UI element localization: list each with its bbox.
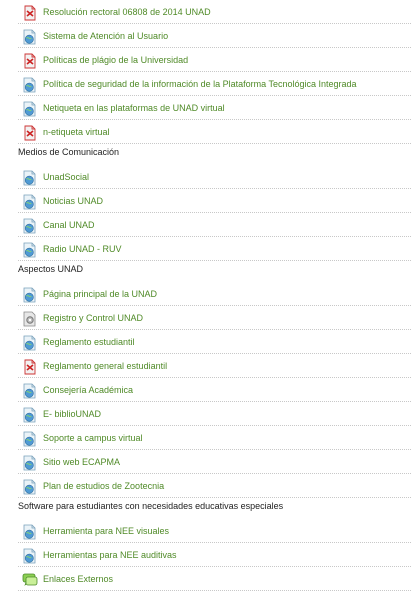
list-item-link[interactable]: Políticas de plágio de la Universidad — [43, 54, 188, 66]
web-icon — [22, 548, 38, 564]
list-item-link[interactable]: Registro y Control UNAD — [43, 312, 143, 324]
list-item[interactable]: Canal UNAD — [18, 214, 411, 237]
web-icon — [22, 170, 38, 186]
web-icon — [22, 77, 38, 93]
list-item-link[interactable]: Reglamento general estudiantil — [43, 360, 167, 372]
web-icon — [22, 242, 38, 258]
list-item[interactable]: Resolución rectoral 06808 de 2014 UNAD — [18, 1, 411, 24]
web-icon — [22, 431, 38, 447]
web-icon — [22, 383, 38, 399]
list-item-link[interactable]: Herramienta para NEE visuales — [43, 525, 169, 537]
web-icon — [22, 218, 38, 234]
list-item-link[interactable]: Plan de estudios de Zootecnia — [43, 480, 164, 492]
list-item[interactable]: Enlaces Externos — [18, 568, 411, 591]
web-icon — [22, 287, 38, 303]
section-heading: Medios de Comunicación — [18, 147, 120, 157]
list-item-link[interactable]: Radio UNAD - RUV — [43, 243, 122, 255]
pdf-icon — [22, 359, 38, 375]
list-item[interactable]: Sitio web ECAPMA — [18, 451, 411, 474]
list-item[interactable]: Consejería Académica — [18, 379, 411, 402]
list-item[interactable]: UnadSocial — [18, 166, 411, 189]
list-item-link[interactable]: Reglamento estudiantil — [43, 336, 135, 348]
resource-list: Resolución rectoral 06808 de 2014 UNAD Si… — [0, 0, 413, 615]
list-item[interactable]: Página principal de la UNAD — [18, 283, 411, 306]
list-item[interactable]: Sistema de Atención al Usuario — [18, 25, 411, 48]
list-item-link[interactable]: E- biblioUNAD — [43, 408, 101, 420]
list-item-link[interactable]: Herramientas para NEE auditivas — [43, 549, 177, 561]
section-heading: Aspectos UNAD — [18, 264, 84, 274]
list-item-link[interactable]: Enlaces Externos — [43, 573, 113, 585]
web-icon — [22, 335, 38, 351]
list-item[interactable]: E- biblioUNAD — [18, 403, 411, 426]
list-item[interactable]: Políticas de plágio de la Universidad — [18, 49, 411, 72]
list-item[interactable]: Reglamento general estudiantil — [18, 355, 411, 378]
list-item[interactable]: Reglamento estudiantil — [18, 331, 411, 354]
web-icon — [22, 479, 38, 495]
list-item[interactable]: Registro y Control UNAD — [18, 307, 411, 330]
list-item-link[interactable]: Netiqueta en las plataformas de UNAD vir… — [43, 102, 225, 114]
list-item-link[interactable]: Política de seguridad de la información … — [43, 78, 357, 90]
web-icon — [22, 101, 38, 117]
web-icon — [22, 407, 38, 423]
list-item[interactable]: n-etiqueta virtual — [18, 121, 411, 144]
list-item[interactable]: Herramientas para NEE auditivas — [18, 544, 411, 567]
list-item[interactable]: Plan de estudios de Zootecnia — [18, 475, 411, 498]
web-icon — [22, 524, 38, 540]
pdf-icon — [22, 53, 38, 69]
list-item-link[interactable]: Noticias UNAD — [43, 195, 103, 207]
list-item-link[interactable]: Soporte a campus virtual — [43, 432, 143, 444]
web-icon — [22, 194, 38, 210]
pdf-icon — [22, 125, 38, 141]
list-item[interactable]: Soporte a campus virtual — [18, 427, 411, 450]
list-item[interactable]: Noticias UNAD — [18, 190, 411, 213]
pdf-icon — [22, 5, 38, 21]
list-item-link[interactable]: Consejería Académica — [43, 384, 133, 396]
list-item-link[interactable]: Resolución rectoral 06808 de 2014 UNAD — [43, 6, 211, 18]
list-item-link[interactable]: Página principal de la UNAD — [43, 288, 157, 300]
list-item-link[interactable]: Sistema de Atención al Usuario — [43, 30, 168, 42]
list-item-link[interactable]: Canal UNAD — [43, 219, 95, 231]
list-item[interactable]: Herramienta para NEE visuales — [18, 520, 411, 543]
section-heading: Software para estudiantes con necesidade… — [18, 501, 284, 511]
list-item[interactable]: Radio UNAD - RUV — [18, 238, 411, 261]
list-item-link[interactable]: UnadSocial — [43, 171, 89, 183]
list-item[interactable]: Netiqueta en las plataformas de UNAD vir… — [18, 97, 411, 120]
web-icon — [22, 29, 38, 45]
settings-icon — [22, 311, 38, 327]
list-item-link[interactable]: Sitio web ECAPMA — [43, 456, 120, 468]
list-item[interactable]: Política de seguridad de la información … — [18, 73, 411, 96]
list-item-link[interactable]: n-etiqueta virtual — [43, 126, 110, 138]
web-icon — [22, 455, 38, 471]
chat-icon — [22, 572, 38, 588]
